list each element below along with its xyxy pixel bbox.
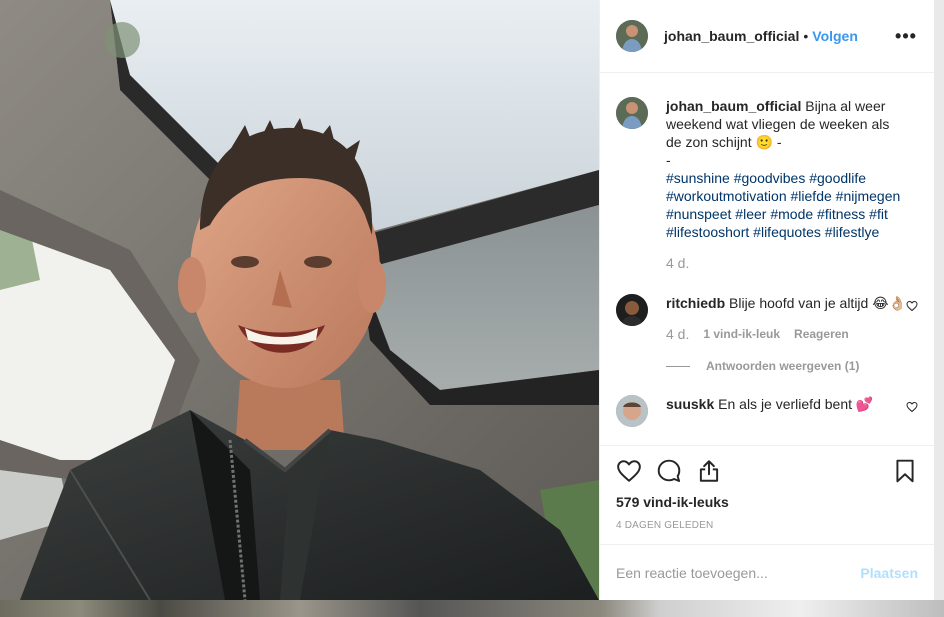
- bookmark-icon[interactable]: [892, 458, 918, 484]
- add-comment-bar: Plaatsen: [600, 544, 934, 600]
- post-timestamp[interactable]: 4 DAGEN GELEDEN: [616, 520, 918, 544]
- caption-username[interactable]: johan_baum_official: [666, 98, 801, 114]
- post-comment-button[interactable]: Plaatsen: [860, 565, 918, 581]
- commenter-username[interactable]: ritchiedb: [666, 295, 725, 311]
- caption: johan_baum_official Bijna al weer weeken…: [616, 97, 918, 272]
- hashtag-link[interactable]: #fit: [869, 206, 888, 222]
- view-replies-button[interactable]: Antwoorden weergeven (1): [666, 359, 918, 373]
- hashtag-link[interactable]: #workoutmotivation: [666, 188, 787, 204]
- caption-author-avatar[interactable]: [616, 97, 648, 129]
- post-actions: 579 vind-ik-leuks 4 DAGEN GELEDEN: [600, 445, 934, 544]
- hashtag-link[interactable]: #nunspeet: [666, 206, 731, 222]
- caption-meta: 4 d.: [666, 254, 906, 272]
- caption-age[interactable]: 4 d.: [666, 254, 689, 272]
- post-side-panel: johan_baum_official • Volgen ••• johan_b…: [599, 0, 934, 600]
- hashtag-link[interactable]: #lifestlye: [825, 224, 879, 240]
- comment-item: ritchiedb Blije hoofd van je altijd 😂👌🏼 …: [616, 294, 918, 343]
- view-replies-line: [666, 365, 690, 367]
- comment-input[interactable]: [616, 564, 861, 581]
- hashtag-link[interactable]: #mode: [770, 206, 813, 222]
- backdrop-right-edge: [934, 0, 944, 600]
- comment-text: En als je verliefd bent 💕: [718, 396, 874, 412]
- comment-body: ritchiedb Blije hoofd van je altijd 😂👌🏼 …: [666, 294, 918, 343]
- comment-text: Blije hoofd van je altijd 😂👌🏼: [729, 295, 907, 311]
- hashtag-link[interactable]: #sunshine: [666, 170, 730, 186]
- comment-meta: 4 d. 1 vind-ik-leuk Reageren: [666, 325, 906, 343]
- avatar-image: [616, 97, 648, 129]
- heart-icon[interactable]: [616, 458, 642, 484]
- caption-hashtags: #sunshine #goodvibes #goodlife #workoutm…: [666, 169, 906, 241]
- more-options-icon[interactable]: •••: [894, 24, 918, 48]
- avatar-image: [616, 294, 648, 326]
- hashtag-link[interactable]: #goodvibes: [734, 170, 806, 186]
- view-replies-label: Antwoorden weergeven (1): [706, 359, 860, 373]
- backdrop-grid-strip: [0, 600, 944, 617]
- commenter-avatar[interactable]: [616, 395, 648, 427]
- hashtag-link[interactable]: #lifestooshort: [666, 224, 749, 240]
- like-count[interactable]: 579 vind-ik-leuks: [616, 494, 918, 510]
- small-heart-icon[interactable]: [906, 401, 918, 413]
- hashtag-link[interactable]: #nijmegen: [836, 188, 901, 204]
- action-icons-row: [616, 456, 918, 486]
- comment-bubble-icon[interactable]: [656, 458, 682, 484]
- hashtag-link[interactable]: #fitness: [817, 206, 865, 222]
- header-separator: •: [803, 28, 809, 44]
- comments-list[interactable]: johan_baum_official Bijna al weer weeken…: [600, 73, 934, 445]
- author-username[interactable]: johan_baum_official: [664, 28, 799, 44]
- selfie-in-car-image: [0, 0, 599, 600]
- share-icon[interactable]: [696, 458, 722, 484]
- post-header: johan_baum_official • Volgen •••: [600, 0, 934, 73]
- avatar-image: [616, 20, 648, 52]
- post-photo[interactable]: [0, 0, 599, 600]
- hashtag-link[interactable]: #liefde: [791, 188, 832, 204]
- commenter-avatar[interactable]: [616, 294, 648, 326]
- comment-body: suuskk En als je verliefd bent 💕: [666, 395, 918, 413]
- comment-item: suuskk En als je verliefd bent 💕: [616, 395, 918, 427]
- follow-button[interactable]: Volgen: [812, 28, 858, 44]
- comment-likes[interactable]: 1 vind-ik-leuk: [703, 325, 780, 343]
- caption-body: johan_baum_official Bijna al weer weeken…: [666, 97, 918, 272]
- reply-button[interactable]: Reageren: [794, 325, 849, 343]
- comment-age[interactable]: 4 d.: [666, 325, 689, 343]
- small-heart-icon[interactable]: [906, 300, 918, 312]
- commenter-username[interactable]: suuskk: [666, 396, 714, 412]
- hashtag-link[interactable]: #leer: [735, 206, 766, 222]
- hashtag-link[interactable]: #goodlife: [809, 170, 866, 186]
- author-avatar[interactable]: [616, 20, 648, 52]
- hashtag-link[interactable]: #lifequotes: [753, 224, 821, 240]
- avatar-image: [616, 395, 648, 427]
- caption-spacer: -: [666, 152, 671, 168]
